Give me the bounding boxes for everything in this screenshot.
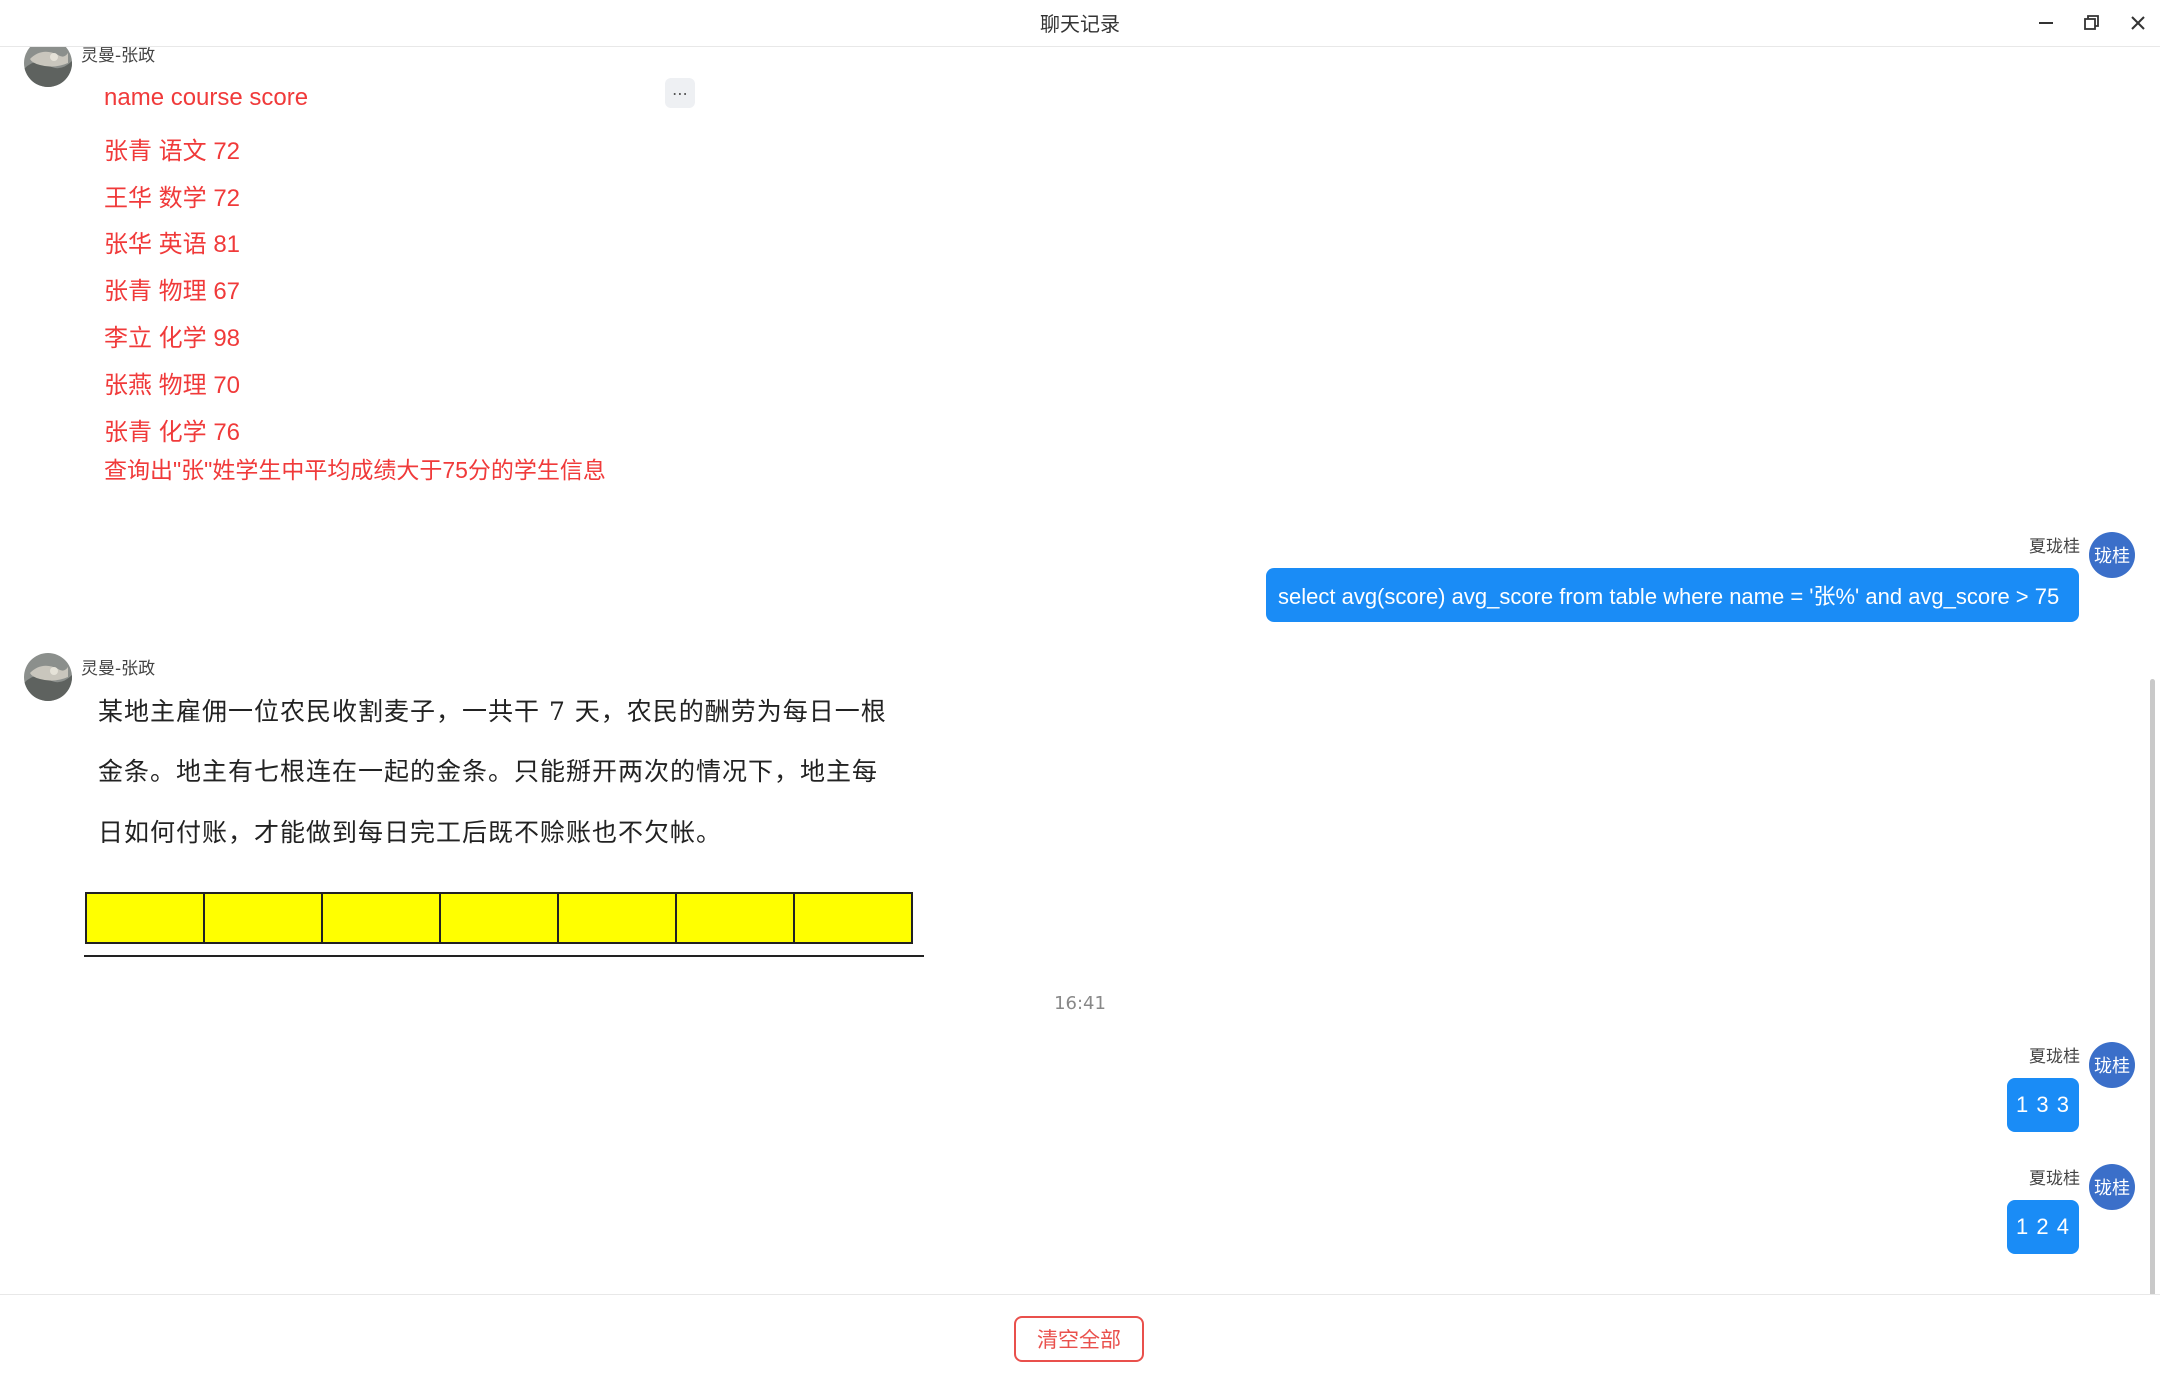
message-question: 查询出"张"姓学生中平均成绩大于75分的学生信息 — [104, 457, 606, 483]
gold-bar-segment — [205, 894, 323, 942]
sender-name: 灵曼-张政 — [81, 47, 156, 66]
close-button[interactable] — [2123, 8, 2153, 38]
close-icon — [2131, 16, 2145, 30]
avatar-image — [24, 47, 72, 87]
message-text: 王华 数学 72 — [104, 185, 241, 212]
chat-history[interactable]: 灵曼-张政 ⋯ name course score 张青 语文 72 王华 数学… — [0, 47, 2160, 1294]
message-text: 李立 化学 98 — [104, 325, 241, 352]
window-title: 聊天记录 — [1040, 12, 1120, 36]
restore-button[interactable] — [2077, 8, 2107, 38]
more-icon: ⋯ — [672, 83, 688, 103]
avatar-image — [24, 653, 72, 701]
sender-name: 灵曼-张政 — [81, 659, 156, 679]
message-text: 张华 英语 81 — [104, 231, 241, 258]
minimize-icon — [2039, 22, 2053, 24]
divider-line — [84, 955, 924, 957]
avatar[interactable] — [24, 47, 72, 87]
footer: 清空全部 — [0, 1294, 2160, 1381]
message-bubble[interactable]: 1 3 3 — [2007, 1078, 2079, 1132]
gold-bar-segment — [677, 894, 795, 942]
avatar[interactable] — [24, 653, 72, 701]
sender-name: 夏珑桂 — [2029, 1169, 2080, 1189]
gold-bar-segment — [559, 894, 677, 942]
restore-icon — [2084, 15, 2099, 30]
sender-name: 夏珑桂 — [2029, 1047, 2080, 1067]
message-bubble[interactable]: select avg(score) avg_score from table w… — [1266, 568, 2079, 622]
message-text: 张青 化学 76 — [104, 419, 241, 446]
message-text: 张青 物理 67 — [104, 278, 241, 305]
message-text: 张燕 物理 70 — [104, 372, 241, 399]
scrollbar[interactable] — [2150, 679, 2155, 1294]
message-text: 张青 语文 72 — [104, 138, 241, 165]
gold-bar-row — [85, 892, 913, 944]
message-text: name course score — [104, 84, 309, 111]
gold-bar-segment — [323, 894, 441, 942]
sender-name: 夏珑桂 — [2029, 537, 2080, 557]
avatar[interactable]: 珑桂 — [2089, 1164, 2135, 1210]
message-bubble[interactable]: 1 2 4 — [2007, 1200, 2079, 1254]
avatar[interactable]: 珑桂 — [2089, 1042, 2135, 1088]
message-text: 某地主雇佣一位农民收割麦子，一共干 7 天，农民的酬劳为每日一根 — [98, 697, 887, 726]
timestamp: 16:41 — [1054, 993, 1106, 1014]
minimize-button[interactable] — [2031, 8, 2061, 38]
clear-all-button[interactable]: 清空全部 — [1014, 1316, 1144, 1362]
avatar[interactable]: 珑桂 — [2089, 532, 2135, 578]
title-bar: 聊天记录 — [0, 0, 2160, 47]
message-text: 金条。地主有七根连在一起的金条。只能掰开两次的情况下，地主每 — [98, 757, 879, 786]
more-options-button[interactable]: ⋯ — [665, 78, 695, 108]
gold-bar-segment — [87, 894, 205, 942]
message-text: 日如何付账，才能做到每日完工后既不赊账也不欠帐。 — [98, 818, 723, 847]
gold-bar-segment — [795, 894, 911, 942]
gold-bar-segment — [441, 894, 559, 942]
